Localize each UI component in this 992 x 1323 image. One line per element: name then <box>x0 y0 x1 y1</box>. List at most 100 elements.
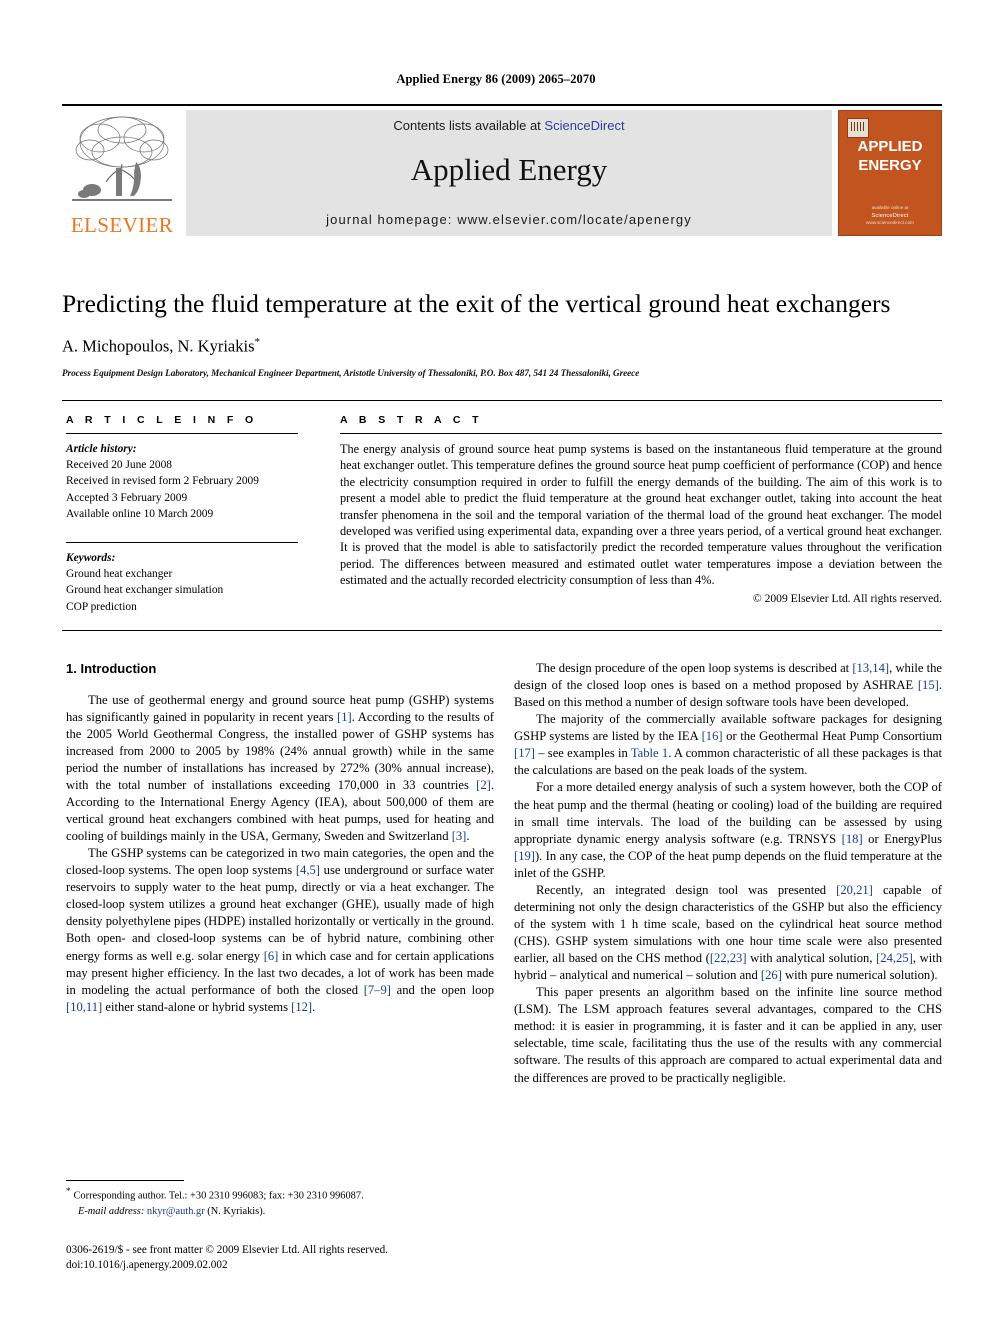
article-info-heading: A R T I C L E I N F O <box>66 414 258 426</box>
doi-line: doi:10.1016/j.apenergy.2009.02.002 <box>66 1259 228 1272</box>
article-history-item: Accepted 3 February 2009 <box>66 491 188 504</box>
paragraph: This paper presents an algorithm based o… <box>514 985 942 1085</box>
page-title: Predicting the fluid temperature at the … <box>62 289 891 318</box>
sciencedirect-link[interactable]: ScienceDirect <box>544 118 624 133</box>
citation-link[interactable]: [12] <box>291 1000 312 1014</box>
corresponding-author-marker: * <box>254 335 261 348</box>
paragraph: Recently, an integrated design tool was … <box>514 882 942 984</box>
running-head: Applied Energy 86 (2009) 2065–2070 <box>396 72 596 86</box>
text-run: Recently, an integrated design tool was … <box>536 882 837 897</box>
author-names: A. Michopoulos, N. Kyriakis <box>62 336 255 356</box>
text-run: . <box>466 829 470 844</box>
title-block: Predicting the fluid temperature at the … <box>62 289 942 379</box>
article-info-divider <box>66 433 298 434</box>
paragraph: The GSHP systems can be categorized in t… <box>66 845 494 1016</box>
body-column-right: The design procedure of the open loop sy… <box>514 660 942 1087</box>
keyword-item: Ground heat exchanger <box>66 568 173 581</box>
author-list: A. Michopoulos, N. Kyriakis* <box>62 336 942 357</box>
elsevier-wordmark: ELSEVIER <box>70 213 174 237</box>
paragraph: The use of geothermal energy and ground … <box>66 692 494 846</box>
journal-masthead: ELSEVIER Contents lists available at Sci… <box>62 104 942 236</box>
cover-footer: available online at ScienceDirect www.sc… <box>839 205 941 227</box>
text-run: or EnergyPlus <box>862 831 942 846</box>
abstract-divider <box>340 433 942 434</box>
paragraph: The majority of the commercially availab… <box>514 711 942 779</box>
citation-link[interactable]: [6] <box>264 949 279 963</box>
citation-link[interactable]: [4,5] <box>296 863 320 877</box>
text-run: or the Geothermal Heat Pump Consortium <box>722 729 943 744</box>
text-run: with analytical solution, <box>746 951 877 966</box>
journal-homepage-line[interactable]: journal homepage: www.elsevier.com/locat… <box>186 212 832 227</box>
citation-link[interactable]: [3] <box>452 829 467 843</box>
text-run: ). In any case, the COP of the heat pump… <box>514 848 942 880</box>
elsevier-tree-icon <box>70 112 174 208</box>
footnote-block: * Corresponding author. Tel.: +30 2310 99… <box>66 1185 496 1219</box>
journal-article-page: Applied Energy 86 (2009) 2065–2070 ELSEV… <box>0 0 992 1323</box>
keywords-divider <box>66 541 298 543</box>
citation-link[interactable]: [1] <box>337 710 352 724</box>
text-run: . <box>312 999 316 1014</box>
citation-link[interactable]: [20,21] <box>836 883 873 897</box>
keyword-item: COP prediction <box>66 600 137 613</box>
journal-banner: Contents lists available at ScienceDirec… <box>186 110 832 236</box>
article-history-item: Received in revised form 2 February 2009 <box>66 475 259 488</box>
abstract-heading: A B S T R A C T <box>340 414 483 426</box>
section-heading-introduction: 1. Introduction <box>66 661 157 676</box>
journal-title: Applied Energy <box>410 152 608 187</box>
text-run: The design procedure of the open loop sy… <box>536 661 853 675</box>
footnote-marker: * <box>66 1186 71 1196</box>
article-info-column: A R T I C L E I N F O Article history: R… <box>66 414 298 615</box>
journal-cover-thumbnail: APPLIED ENERGY available online at Scien… <box>838 110 942 236</box>
citation-link[interactable]: [2] <box>476 778 491 792</box>
cover-title-line1: APPLIED <box>857 138 923 155</box>
citation-link[interactable]: [24,25] <box>876 951 913 965</box>
article-history-item: Received 20 June 2008 <box>66 459 172 472</box>
email-label: E-mail address: <box>78 1205 145 1217</box>
citation-link[interactable]: [22,23] <box>710 951 747 965</box>
citation-link[interactable]: [17] <box>514 746 535 760</box>
citation-link[interactable]: [26] <box>761 968 782 982</box>
abstract-copyright: © 2009 Elsevier Ltd. All rights reserved… <box>752 591 942 605</box>
citation-link[interactable]: [16] <box>702 729 723 743</box>
elsevier-logo: ELSEVIER <box>62 110 182 236</box>
citation-link[interactable]: [13,14] <box>852 661 889 675</box>
cover-footer-brand: ScienceDirect <box>871 212 909 219</box>
email-link[interactable]: nkyr@auth.gr <box>147 1206 205 1217</box>
email-note: E-mail address: nkyr@auth.gr (N. Kyriaki… <box>66 1204 496 1219</box>
info-rule-top <box>62 400 942 401</box>
article-history-item: Available online 10 March 2009 <box>66 507 214 520</box>
citation-link[interactable]: [15] <box>918 678 939 692</box>
paragraph: The design procedure of the open loop sy… <box>514 660 942 711</box>
imprint-block: 0306-2619/$ - see front matter © 2009 El… <box>66 1243 586 1274</box>
corresponding-author-note: * Corresponding author. Tel.: +30 2310 99… <box>66 1185 496 1204</box>
body-column-left: 1. Introduction The use of geothermal en… <box>66 660 494 1016</box>
contents-prefix: Contents lists available at <box>393 118 545 133</box>
paragraph: For a more detailed energy analysis of s… <box>514 779 942 881</box>
cover-footer-url: www.sciencedirect.com <box>866 220 914 226</box>
cover-title-line2: ENERGY <box>858 157 922 175</box>
cover-title: APPLIED ENERGY <box>839 137 941 175</box>
keywords-label: Keywords: <box>66 551 116 564</box>
article-history-label: Article history: <box>66 443 137 455</box>
abstract-text: The energy analysis of ground source hea… <box>340 442 942 588</box>
contents-available-line: Contents lists available at ScienceDirec… <box>186 118 832 133</box>
info-rule-bottom <box>62 630 942 631</box>
issn-copyright-line: 0306-2619/$ - see front matter © 2009 El… <box>66 1244 388 1256</box>
keyword-item: Ground heat exchanger simulation <box>66 584 224 597</box>
text-run: and the open loop <box>390 982 494 997</box>
email-owner: (N. Kyriakis). <box>207 1205 266 1217</box>
table-reference-link[interactable]: Table 1 <box>631 746 668 760</box>
text-run: either stand-alone or hybrid systems <box>102 999 292 1014</box>
citation-link[interactable]: [10,11] <box>66 1000 102 1014</box>
citation-link[interactable]: [7–9] <box>364 983 391 997</box>
abstract-column: A B S T R A C T The energy analysis of g… <box>340 414 942 605</box>
affiliation: Process Equipment Design Laboratory, Mec… <box>62 368 640 379</box>
footnote-rule <box>66 1180 184 1181</box>
citation-link[interactable]: [18] <box>842 832 863 846</box>
cover-mini-logo-icon <box>847 118 869 138</box>
citation-link[interactable]: [19] <box>514 849 535 863</box>
text-run: – see examples in <box>534 746 631 761</box>
text-run: with pure numerical solution). <box>781 968 938 983</box>
corresponding-author-text: Corresponding author. Tel.: +30 2310 996… <box>73 1190 364 1202</box>
